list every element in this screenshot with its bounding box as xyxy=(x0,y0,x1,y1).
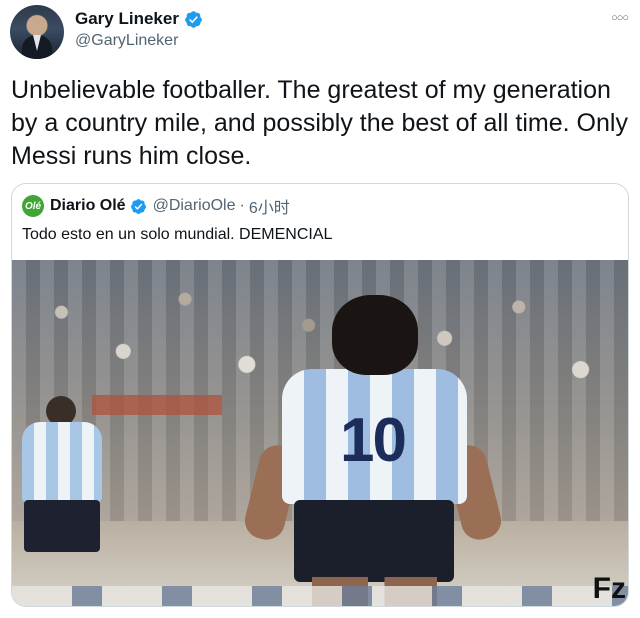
author-name-row[interactable]: Gary Lineker xyxy=(75,9,203,29)
tweet-text: Unbelievable footballer. The greatest of… xyxy=(11,76,628,170)
ole-logo: Olé xyxy=(22,195,44,217)
verified-badge-icon xyxy=(130,198,146,214)
pitch-advertising-boards xyxy=(12,586,628,606)
video-watermark: Fz xyxy=(592,572,626,605)
jersey-number: 10 xyxy=(340,406,407,475)
quoted-media-image[interactable]: 10 Fz xyxy=(12,260,628,606)
quoted-handle: @DiarioOle xyxy=(152,197,236,214)
player-left xyxy=(16,396,106,592)
more-options-icon[interactable]: ○○○ xyxy=(611,12,629,24)
quoted-timestamp[interactable]: 6小时 xyxy=(249,194,290,218)
author-handle[interactable]: @GaryLineker xyxy=(75,32,178,50)
author-display-name[interactable]: Gary Lineker xyxy=(75,9,179,29)
player-left-shirt xyxy=(22,422,102,502)
player-left-shorts xyxy=(24,500,100,552)
quoted-display-name: Diario Olé xyxy=(50,197,126,214)
avatar[interactable] xyxy=(10,5,64,59)
player-shorts xyxy=(294,500,454,582)
stadium-banner xyxy=(92,395,222,415)
player-hair xyxy=(332,295,418,375)
quoted-tweet-header: Olé Diario Olé @DiarioOle · 6小时 xyxy=(22,194,290,218)
player-number-10: 10 xyxy=(241,295,505,606)
separator-dot: · xyxy=(239,197,245,214)
quoted-tweet[interactable]: Olé Diario Olé @DiarioOle · 6小时 Todo est… xyxy=(11,183,629,607)
verified-badge-icon xyxy=(185,10,202,28)
quoted-tweet-text: Todo esto en un solo mundial. DEMENCIAL xyxy=(22,226,333,243)
